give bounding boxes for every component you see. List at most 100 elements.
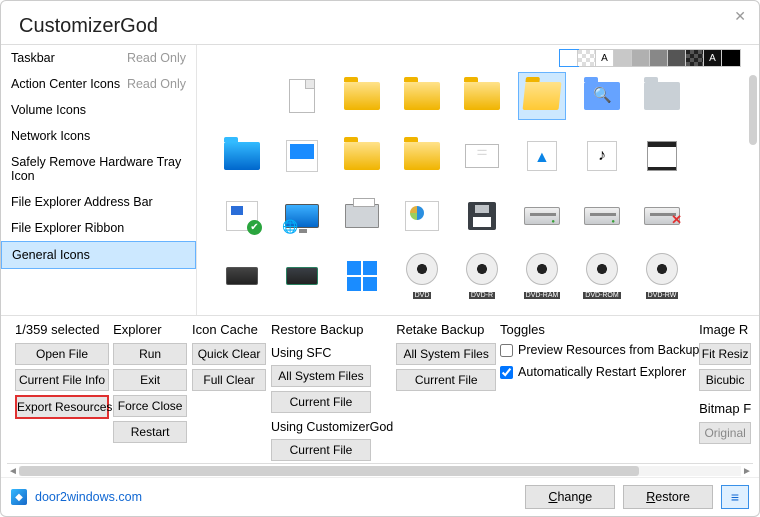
icon-network-monitor[interactable]	[279, 193, 325, 239]
group-explorer: Explorer Run Exit Force Close Restart	[113, 322, 184, 443]
sidebar-item-general-icons[interactable]: General Icons	[1, 241, 196, 269]
icon-floppy[interactable]	[459, 193, 505, 239]
group-toggles: Toggles Preview Resources from Backup Au…	[500, 322, 691, 383]
icon-drive[interactable]	[279, 313, 325, 315]
icon-folder[interactable]	[399, 133, 445, 179]
restore-current-sfc-button[interactable]: Current File	[271, 391, 371, 413]
export-resources-button[interactable]: Export Resources	[15, 395, 109, 419]
sidebar-item-ribbon[interactable]: File Explorer Ribbon	[1, 215, 196, 241]
exit-button[interactable]: Exit	[113, 369, 187, 391]
swatch-text-dark[interactable]: A	[704, 50, 722, 66]
icon-dvd-r[interactable]: DVD-R	[459, 253, 505, 299]
icon-dark-drive[interactable]	[219, 253, 265, 299]
auto-restart-toggle[interactable]: Automatically Restart Explorer	[500, 365, 691, 379]
swatch-grey3[interactable]	[650, 50, 668, 66]
restore-button[interactable]: Restore	[623, 485, 713, 509]
icon-drive[interactable]	[219, 313, 265, 315]
icon-video[interactable]	[639, 133, 685, 179]
category-sidebar[interactable]: TaskbarRead Only Action Center IconsRead…	[1, 45, 197, 315]
retake-current-button[interactable]: Current File	[396, 369, 496, 391]
icon-dark-drive[interactable]	[279, 253, 325, 299]
swatch-grey1[interactable]	[614, 50, 632, 66]
scroll-thumb[interactable]	[19, 466, 639, 476]
sidebar-item-network[interactable]: Network Icons	[1, 123, 196, 149]
icon-search-folder[interactable]	[579, 73, 625, 119]
icon-dvd-rom[interactable]: DVD-ROM	[579, 253, 625, 299]
icon-folder[interactable]	[399, 73, 445, 119]
icon-gray-folder[interactable]	[639, 73, 685, 119]
current-file-info-button[interactable]: Current File Info	[15, 369, 109, 391]
sidebar-item-label: General Icons	[12, 248, 90, 262]
preview-backup-toggle[interactable]: Preview Resources from Backup	[500, 343, 691, 357]
menu-icon[interactable]: ≡	[721, 485, 749, 509]
icon-panel-check[interactable]	[219, 193, 265, 239]
auto-restart-checkbox[interactable]	[500, 366, 513, 379]
fit-resize-button[interactable]: Fit Resiz	[699, 343, 751, 365]
icon-folder[interactable]	[459, 73, 505, 119]
icon-programs[interactable]	[399, 193, 445, 239]
icon-folder[interactable]	[339, 133, 385, 179]
icon-drive[interactable]	[579, 193, 625, 239]
icon-windows-logo[interactable]	[339, 253, 385, 299]
icon-blank-document[interactable]	[279, 73, 325, 119]
icon-dvd-ram[interactable]: DVD-RAM	[519, 253, 565, 299]
icon-empty[interactable]	[219, 73, 265, 119]
group-title: Retake Backup	[396, 322, 492, 337]
icon-dvd[interactable]: DVD	[399, 253, 445, 299]
bottom-panel: 1/359 selected Open File Current File In…	[1, 315, 759, 463]
icon-drive-error[interactable]	[639, 193, 685, 239]
bicubic-button[interactable]: Bicubic	[699, 369, 751, 391]
swatch-grey2[interactable]	[632, 50, 650, 66]
swatch-text-light[interactable]: A	[596, 50, 614, 66]
icon-printer[interactable]	[339, 193, 385, 239]
preview-backup-checkbox[interactable]	[500, 344, 513, 357]
icon-blue-folder[interactable]	[219, 133, 265, 179]
restart-button[interactable]: Restart	[113, 421, 187, 443]
sidebar-item-volume[interactable]: Volume Icons	[1, 97, 196, 123]
full-clear-button[interactable]: Full Clear	[192, 369, 266, 391]
swatch-black[interactable]	[722, 50, 740, 66]
restore-all-sfc-button[interactable]: All System Files	[271, 365, 371, 387]
app-logo-icon: ◆	[11, 489, 27, 505]
scroll-right-icon[interactable]: ►	[741, 464, 753, 478]
icon-window[interactable]	[279, 133, 325, 179]
run-button[interactable]: Run	[113, 343, 187, 365]
swatch-checker-light[interactable]	[578, 50, 596, 66]
retake-all-button[interactable]: All System Files	[396, 343, 496, 365]
background-swatches[interactable]: A A	[559, 49, 741, 67]
icon-grid: DVD DVD-R DVD-RAM DVD-ROM DVD-RW	[219, 73, 719, 315]
swatch-grey4[interactable]	[668, 50, 686, 66]
change-button[interactable]: Change	[525, 485, 615, 509]
website-link[interactable]: door2windows.com	[35, 490, 142, 504]
sidebar-item-action-center[interactable]: Action Center IconsRead Only	[1, 71, 196, 97]
sidebar-item-address-bar[interactable]: File Explorer Address Bar	[1, 189, 196, 215]
restore-current-cg-button[interactable]: Current File	[271, 439, 371, 461]
original-button[interactable]: Original	[699, 422, 751, 444]
open-file-button[interactable]: Open File	[15, 343, 109, 365]
icon-folder[interactable]	[339, 73, 385, 119]
group-restore-backup: Restore Backup Using SFC All System File…	[271, 322, 388, 461]
group-title: Icon Cache	[192, 322, 263, 337]
close-icon[interactable]: ✕	[734, 8, 746, 25]
sidebar-item-safely-remove[interactable]: Safely Remove Hardware Tray Icon	[1, 149, 196, 189]
quick-clear-button[interactable]: Quick Clear	[192, 343, 266, 365]
icon-folder-open[interactable]	[519, 73, 565, 119]
icon-drive[interactable]	[519, 193, 565, 239]
icon-music[interactable]	[579, 133, 625, 179]
sidebar-item-taskbar[interactable]: TaskbarRead Only	[1, 45, 196, 71]
readonly-tag: Read Only	[127, 51, 186, 65]
icon-mail[interactable]	[459, 133, 505, 179]
force-close-button[interactable]: Force Close	[113, 395, 187, 417]
group-image-resize: Image R Fit Resiz Bicubic Bitmap F Origi…	[699, 322, 749, 444]
vertical-scrollbar[interactable]	[749, 75, 757, 145]
sidebar-item-label: File Explorer Address Bar	[11, 195, 153, 209]
icon-picture[interactable]	[519, 133, 565, 179]
swatch-white[interactable]	[560, 50, 578, 66]
swatch-checker-dark[interactable]	[686, 50, 704, 66]
scroll-left-icon[interactable]: ◄	[7, 464, 19, 478]
group-title: Explorer	[113, 322, 184, 337]
icon-dvd-rw[interactable]: DVD-RW	[639, 253, 685, 299]
window-title: CustomizerGod	[1, 1, 759, 44]
subheading: Using CustomizerGod	[271, 420, 388, 434]
horizontal-scrollbar[interactable]: ◄ ►	[7, 463, 753, 477]
